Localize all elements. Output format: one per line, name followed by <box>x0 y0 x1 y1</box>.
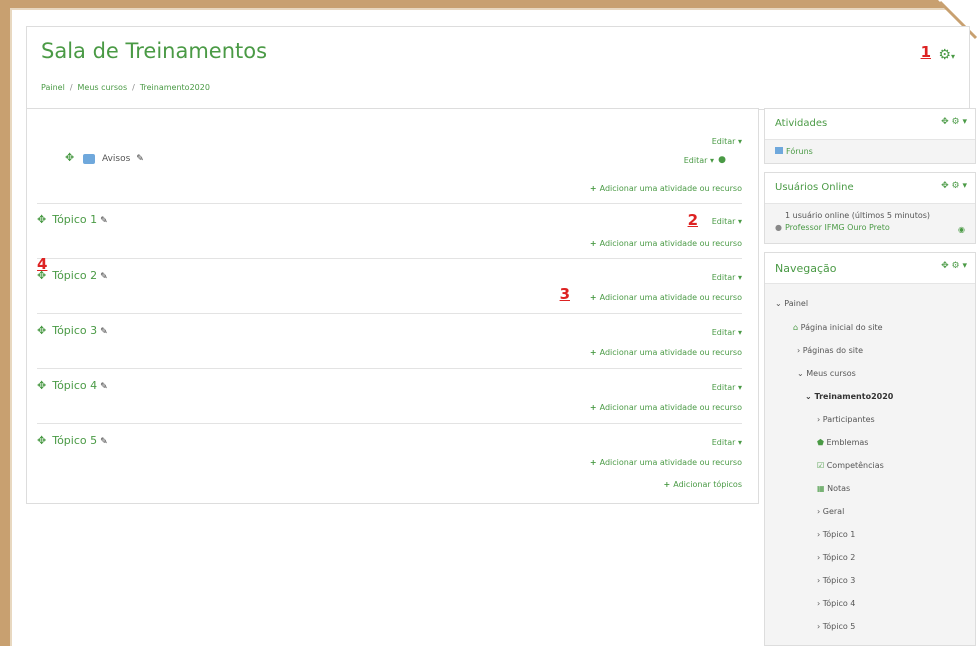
edit-pencil-icon[interactable]: ✎ <box>100 327 108 337</box>
nav-topic-4[interactable]: › Tópico 4 <box>817 599 855 608</box>
topic-5-edit-menu[interactable]: Editar ▾ <box>712 438 742 447</box>
edit-pencil-icon[interactable]: ✎ <box>100 382 108 392</box>
avisos-edit-menu[interactable]: Editar ▾ <box>684 156 714 165</box>
block-online-users-header: Usuários Online ✥ ⚙ ▾ <box>765 173 975 204</box>
move-icon[interactable]: ✥ <box>65 151 74 164</box>
block-online-users: Usuários Online ✥ ⚙ ▾ 1 usuário online (… <box>764 172 976 244</box>
page-title: Sala de Treinamentos <box>41 39 268 63</box>
course-header: Sala de Treinamentos Painel / Meus cursos /… <box>26 26 970 110</box>
nav-my-courses[interactable]: ⌄ Meus cursos <box>797 369 856 378</box>
marker-3: 3 <box>559 285 570 303</box>
section-topic-4: ✥ Tópico 4 ✎ Editar ▾ + Adicionar uma ativi… <box>37 379 742 434</box>
topic-3-add-activity[interactable]: + Adicionar uma atividade ou recurso <box>590 348 742 357</box>
section-divider <box>37 423 742 424</box>
user-icon: ● <box>775 223 782 232</box>
marker-2: 2 <box>687 211 698 229</box>
topic-4-add-activity[interactable]: + Adicionar uma atividade ou recurso <box>590 403 742 412</box>
add-topics-button[interactable]: + Adicionar tópicos <box>664 480 742 489</box>
section-divider <box>37 368 742 369</box>
section-topic-2: 4 ✥ Tópico 2 ✎ Editar ▾ 3 + Adicionar uma a… <box>37 255 742 324</box>
section-topic-1: ✥ Tópico 1 ✎ 2 Editar ▾ + Adicionar uma ati… <box>37 211 742 268</box>
edit-pencil-icon[interactable]: ✎ <box>100 272 108 282</box>
nav-painel[interactable]: ⌄ Painel <box>775 299 808 308</box>
topic-3-title[interactable]: ✥ Tópico 3 ✎ <box>37 324 108 337</box>
topic-2-add-activity[interactable]: + Adicionar uma atividade ou recurso <box>590 293 742 302</box>
edit-pencil-icon[interactable]: ✎ <box>136 154 144 164</box>
topic-1-edit-menu[interactable]: Editar ▾ <box>712 217 742 226</box>
breadcrumb-painel[interactable]: Painel <box>41 83 65 92</box>
topic-4-edit-menu[interactable]: Editar ▾ <box>712 383 742 392</box>
nav-competencies[interactable]: ☑ Competências <box>817 461 884 470</box>
topic-5-add-activity[interactable]: + Adicionar uma atividade ou recurso <box>590 458 742 467</box>
block-controls-icon[interactable]: ✥ ⚙ ▾ <box>941 261 967 271</box>
edit-pencil-icon[interactable]: ✎ <box>100 437 108 447</box>
breadcrumb: Painel / Meus cursos / Treinamento2020 <box>41 83 210 92</box>
section-divider <box>37 258 742 259</box>
forum-icon <box>83 153 96 164</box>
frame-left <box>0 0 10 646</box>
online-users-summary: 1 usuário online (últimos 5 minutos) <box>785 211 931 220</box>
move-icon[interactable]: ✥ <box>37 269 46 282</box>
nav-site-home[interactable]: ⌂ Página inicial do site <box>793 323 883 332</box>
nav-grades[interactable]: ▦ Notas <box>817 484 850 493</box>
topic-2-title[interactable]: ✥ Tópico 2 ✎ <box>37 269 108 282</box>
forums-link[interactable]: Fóruns <box>775 147 813 156</box>
shield-icon: ⬟ <box>817 438 824 447</box>
block-controls-icon[interactable]: ✥ ⚙ ▾ <box>941 117 967 127</box>
edit-pencil-icon[interactable]: ✎ <box>100 216 108 226</box>
block-atividades: Atividades ✥ ⚙ ▾ Fóruns <box>764 108 976 164</box>
topic-1-add-activity[interactable]: + Adicionar uma atividade ou recurso <box>590 239 742 248</box>
nav-site-pages[interactable]: › Páginas do site <box>797 346 863 355</box>
block-navigation-header: Navegação ✥ ⚙ ▾ <box>765 253 975 284</box>
block-atividades-title: Atividades <box>775 118 828 129</box>
section-general-edit-menu[interactable]: Editar ▾ <box>712 137 742 146</box>
check-icon: ☑ <box>817 461 825 470</box>
nav-topic-1[interactable]: › Tópico 1 <box>817 530 855 539</box>
move-icon[interactable]: ✥ <box>37 379 46 392</box>
user-role-icon: ● <box>718 155 726 165</box>
section-divider <box>37 313 742 314</box>
block-online-users-title: Usuários Online <box>775 182 854 193</box>
course-settings-gear-icon[interactable]: ⚙▾ <box>938 47 955 63</box>
nav-general[interactable]: › Geral <box>817 507 844 516</box>
avisos-label[interactable]: Avisos <box>102 154 130 164</box>
topic-1-title[interactable]: ✥ Tópico 1 ✎ <box>37 213 108 226</box>
nav-participants[interactable]: › Participantes <box>817 415 875 424</box>
topic-4-title[interactable]: ✥ Tópico 4 ✎ <box>37 379 108 392</box>
course-content: Editar ▾ ✥ Avisos ✎ Editar ▾ ● + Adiciona… <box>26 108 759 504</box>
section-divider <box>37 203 742 204</box>
topic-3-edit-menu[interactable]: Editar ▾ <box>712 328 742 337</box>
breadcrumb-course[interactable]: Treinamento2020 <box>140 83 210 92</box>
move-icon[interactable]: ✥ <box>37 324 46 337</box>
nav-course-treinamento2020[interactable]: ⌄ Treinamento2020 <box>805 392 893 401</box>
breadcrumb-meus-cursos[interactable]: Meus cursos <box>78 83 128 92</box>
frame-inner-left <box>10 8 12 646</box>
online-user-link[interactable]: ● Professor IFMG Ouro Preto <box>775 223 890 232</box>
topic-2-edit-menu[interactable]: Editar ▾ <box>712 273 742 282</box>
forum-icon <box>775 147 783 154</box>
block-atividades-header: Atividades ✥ ⚙ ▾ <box>765 109 975 140</box>
table-icon: ▦ <box>817 484 825 493</box>
nav-badges[interactable]: ⬟ Emblemas <box>817 438 868 447</box>
section-general: Editar ▾ ✥ Avisos ✎ Editar ▾ ● + Adiciona… <box>37 109 742 215</box>
section-general-add-activity[interactable]: + Adicionar uma atividade ou recurso <box>590 184 742 193</box>
page: Sala de Treinamentos Painel / Meus cursos /… <box>14 14 978 646</box>
nav-topic-3[interactable]: › Tópico 3 <box>817 576 855 585</box>
frame-top <box>0 0 978 8</box>
home-icon: ⌂ <box>793 323 799 332</box>
topic-5-title[interactable]: ✥ Tópico 5 ✎ <box>37 434 108 447</box>
frame-inner-top <box>10 8 978 10</box>
avisos-activity[interactable]: ✥ Avisos ✎ <box>65 151 144 164</box>
marker-1: 1 <box>920 43 931 61</box>
block-navigation-title: Navegação <box>775 262 837 275</box>
block-controls-icon[interactable]: ✥ ⚙ ▾ <box>941 181 967 191</box>
move-icon[interactable]: ✥ <box>37 434 46 447</box>
nav-topic-5[interactable]: › Tópico 5 <box>817 622 855 631</box>
move-icon[interactable]: ✥ <box>37 213 46 226</box>
block-navigation: Navegação ✥ ⚙ ▾ ⌄ Painel ⌂ Página inicia… <box>764 252 976 646</box>
section-topic-5: ✥ Tópico 5 ✎ Editar ▾ + Adicionar uma ativi… <box>37 434 742 499</box>
nav-topic-2[interactable]: › Tópico 2 <box>817 553 855 562</box>
section-topic-3: ✥ Tópico 3 ✎ Editar ▾ + Adicionar uma ativi… <box>37 324 742 379</box>
eye-icon[interactable]: ◉ <box>958 225 965 234</box>
